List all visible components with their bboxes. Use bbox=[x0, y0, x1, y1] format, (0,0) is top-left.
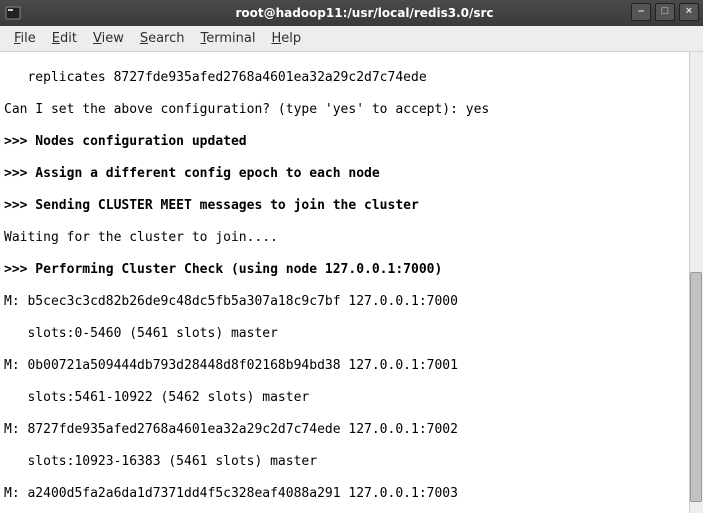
terminal-line: Waiting for the cluster to join.... bbox=[4, 230, 699, 246]
terminal-line: slots:5461-10922 (5462 slots) master bbox=[4, 390, 699, 406]
terminal-line: replicates 8727fde935afed2768a4601ea32a2… bbox=[4, 70, 699, 86]
scrollbar-thumb[interactable] bbox=[690, 272, 702, 502]
app-icon bbox=[0, 5, 26, 21]
menu-file[interactable]: File bbox=[6, 29, 44, 48]
terminal-line: slots:0-5460 (5461 slots) master bbox=[4, 326, 699, 342]
terminal-line: >>> Performing Cluster Check (using node… bbox=[4, 262, 699, 278]
maximize-button[interactable]: □ bbox=[655, 3, 675, 21]
menu-search[interactable]: Search bbox=[132, 29, 193, 48]
terminal-line: Can I set the above configuration? (type… bbox=[4, 102, 699, 118]
terminal-viewport[interactable]: replicates 8727fde935afed2768a4601ea32a2… bbox=[0, 52, 703, 513]
terminal-line: >>> Nodes configuration updated bbox=[4, 134, 699, 150]
terminal-line: >>> Assign a different config epoch to e… bbox=[4, 166, 699, 182]
menu-terminal[interactable]: Terminal bbox=[193, 29, 264, 48]
menubar: File Edit View Search Terminal Help bbox=[0, 26, 703, 52]
window-title: root@hadoop11:/usr/local/redis3.0/src bbox=[26, 6, 703, 20]
terminal-line: M: a2400d5fa2a6da1d7371dd4f5c328eaf4088a… bbox=[4, 486, 699, 502]
terminal-line: >>> Sending CLUSTER MEET messages to joi… bbox=[4, 198, 699, 214]
minimize-button[interactable]: – bbox=[631, 3, 651, 21]
terminal-line: M: b5cec3c3cd82b26de9c48dc5fb5a307a18c9c… bbox=[4, 294, 699, 310]
terminal-line: M: 0b00721a509444db793d28448d8f02168b94b… bbox=[4, 358, 699, 374]
menu-edit[interactable]: Edit bbox=[44, 29, 85, 48]
window-titlebar: root@hadoop11:/usr/local/redis3.0/src – … bbox=[0, 0, 703, 26]
menu-help[interactable]: Help bbox=[263, 29, 309, 48]
terminal-line: slots:10923-16383 (5461 slots) master bbox=[4, 454, 699, 470]
scrollbar-vertical[interactable] bbox=[689, 52, 703, 513]
close-button[interactable]: × bbox=[679, 3, 699, 21]
terminal-line: M: 8727fde935afed2768a4601ea32a29c2d7c74… bbox=[4, 422, 699, 438]
menu-view[interactable]: View bbox=[85, 29, 132, 48]
